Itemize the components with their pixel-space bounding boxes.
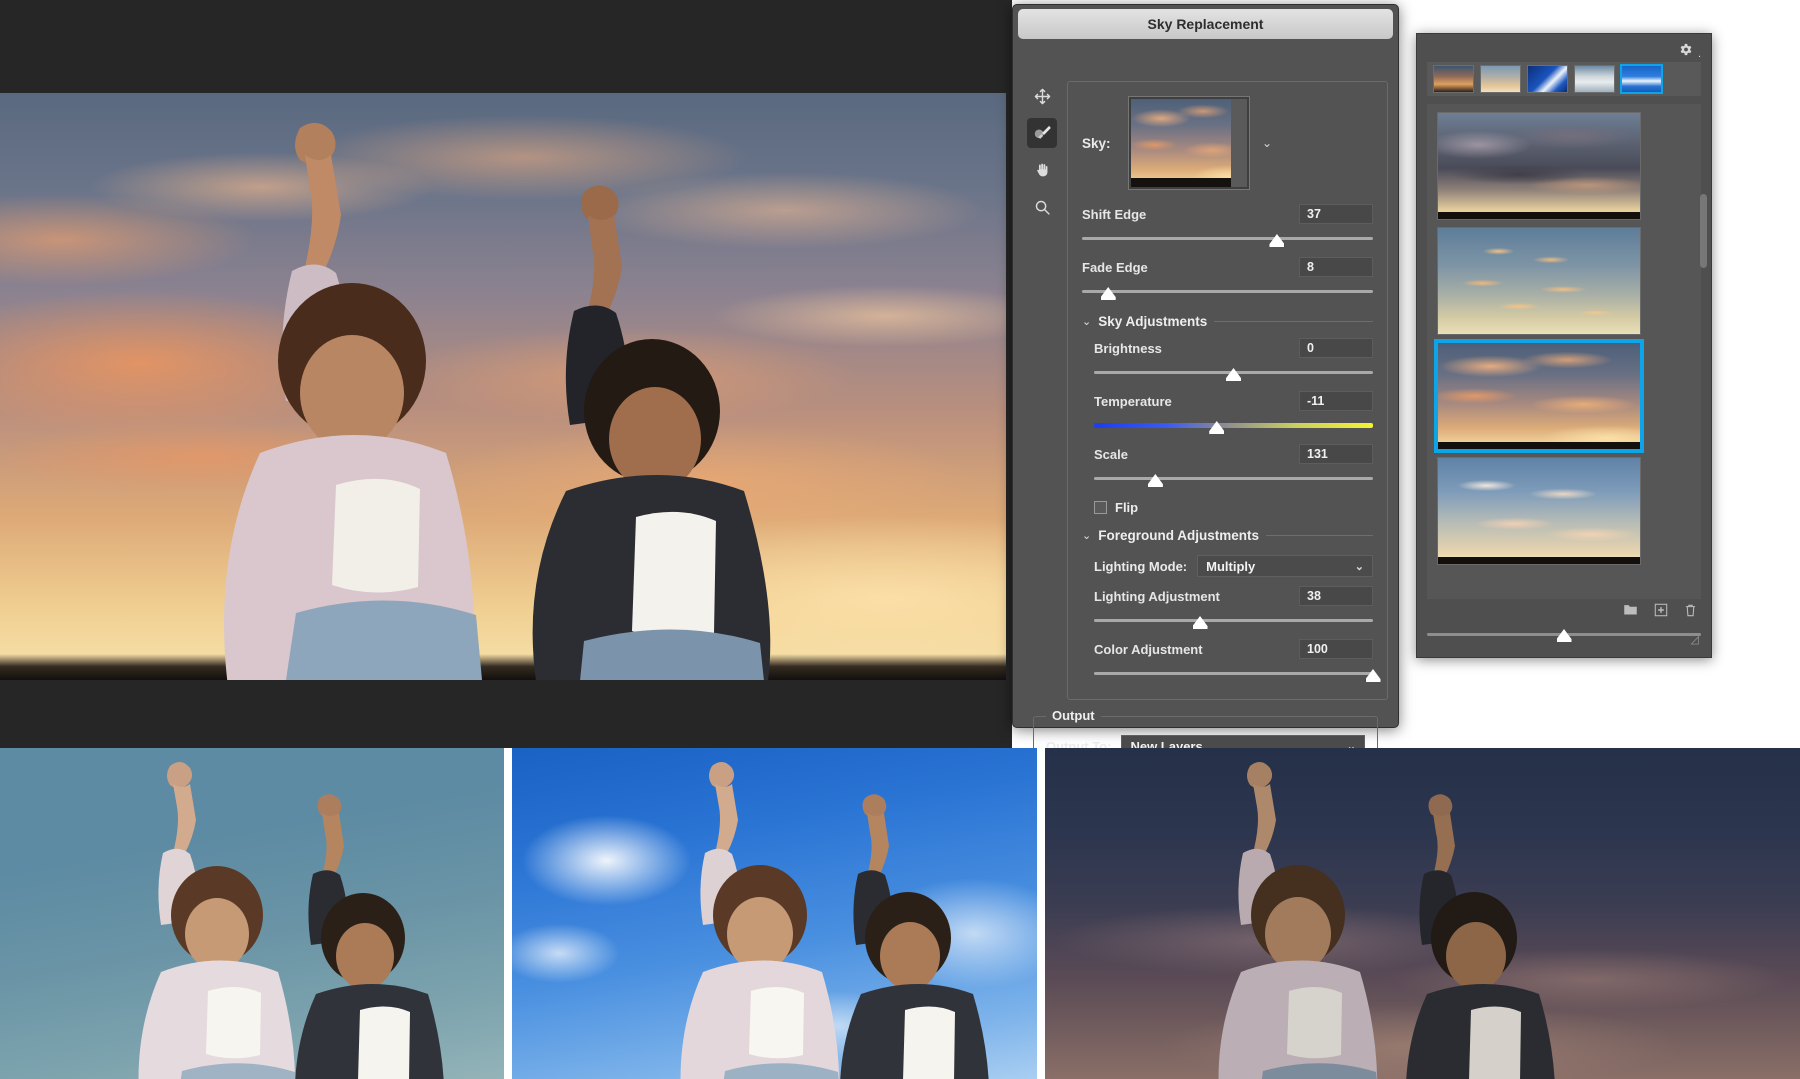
sky-preset-list[interactable]: [1427, 104, 1701, 599]
category-blue-sky[interactable]: [1621, 65, 1662, 93]
temperature-slider[interactable]: [1094, 418, 1373, 435]
sky-brush-tool[interactable]: [1027, 118, 1057, 148]
sky-preset-golden-sunset[interactable]: [1437, 342, 1641, 450]
dialog-main-panel: Sky: ⌄ Shift Edge 37: [1067, 81, 1388, 700]
zoom-tool[interactable]: [1027, 192, 1057, 222]
flip-checkbox[interactable]: [1094, 501, 1107, 514]
foreground-adjustments-header[interactable]: ⌄ Foreground Adjustments: [1082, 528, 1373, 543]
dialog-title: Sky Replacement: [1018, 9, 1393, 39]
new-folder-icon[interactable]: [1623, 603, 1638, 623]
sky-picker-row[interactable]: Sky: ⌄: [1082, 96, 1373, 190]
resize-grip-icon[interactable]: ◿: [1691, 633, 1699, 646]
dialog-body: Sky: ⌄ Shift Edge 37: [1013, 39, 1398, 811]
chevron-down-icon[interactable]: ⌄: [1262, 136, 1272, 150]
lighting-adjustment-slider[interactable]: [1094, 613, 1373, 630]
hand-tool[interactable]: [1027, 155, 1057, 185]
chevron-down-icon: ⌄: [1082, 529, 1091, 542]
category-dramatic-blue[interactable]: [1527, 65, 1568, 93]
sky-adjustments-header[interactable]: ⌄ Sky Adjustments: [1082, 314, 1373, 329]
result-subjects-2: [512, 748, 1037, 1079]
sky-label: Sky:: [1082, 136, 1116, 151]
shift-edge-slider[interactable]: [1082, 231, 1373, 248]
dialog-toolbar: [1027, 81, 1061, 229]
fade-edge-control: Fade Edge 8: [1082, 257, 1373, 301]
lighting-adjustment-control: Lighting Adjustment 38: [1094, 586, 1373, 630]
lighting-mode-row: Lighting Mode: Multiply ⌄: [1094, 555, 1373, 577]
color-adjustment-control: Color Adjustment 100: [1094, 639, 1373, 683]
temperature-label: Temperature: [1094, 394, 1172, 409]
lighting-adjustment-value[interactable]: 38: [1299, 586, 1373, 606]
chevron-down-icon: ⌄: [1082, 315, 1091, 328]
sky-preset-picker-panel: .: [1416, 33, 1712, 658]
add-preset-icon[interactable]: [1654, 603, 1668, 623]
document-canvas[interactable]: [0, 0, 1012, 748]
result-previews-strip: [0, 748, 1800, 1079]
flip-label: Flip: [1115, 500, 1138, 515]
result-subjects-3: [1045, 748, 1800, 1079]
fade-edge-slider[interactable]: [1082, 284, 1373, 301]
foreground-adjustments-group: Lighting Mode: Multiply ⌄ Lighting Adjus…: [1082, 555, 1373, 683]
picker-header: .: [1417, 34, 1711, 78]
category-sunset[interactable]: [1433, 65, 1474, 93]
fade-edge-value[interactable]: 8: [1299, 257, 1373, 277]
divider: [1214, 321, 1373, 322]
temperature-control: Temperature -11: [1094, 391, 1373, 435]
result-blue-sky: [512, 748, 1037, 1079]
color-adjustment-label: Color Adjustment: [1094, 642, 1203, 657]
result-dusk-sky: [1045, 748, 1800, 1079]
shift-edge-label: Shift Edge: [1082, 207, 1146, 222]
delete-preset-icon[interactable]: [1684, 603, 1697, 623]
result-subjects-1: [0, 748, 504, 1079]
brightness-control: Brightness 0: [1094, 338, 1373, 382]
app-root: Sky Replacement: [0, 0, 1800, 1079]
sky-preset-soft-clouds[interactable]: [1437, 457, 1641, 565]
result-teal-sky: [0, 748, 504, 1079]
sky-replacement-dialog: Sky Replacement: [1012, 4, 1399, 728]
color-adjustment-slider[interactable]: [1094, 666, 1373, 683]
sky-category-strip: [1427, 62, 1701, 96]
sky-preset-dark-clouds[interactable]: [1437, 112, 1641, 220]
shift-edge-control: Shift Edge 37: [1082, 204, 1373, 248]
move-tool[interactable]: [1027, 81, 1057, 111]
foreground-adjustments-title: Foreground Adjustments: [1098, 528, 1259, 543]
lighting-adjustment-label: Lighting Adjustment: [1094, 589, 1220, 604]
brightness-label: Brightness: [1094, 341, 1162, 356]
picker-zoom-slider[interactable]: [1427, 627, 1701, 643]
output-legend: Output: [1046, 708, 1101, 723]
chevron-down-icon: ⌄: [1355, 560, 1364, 573]
scale-label: Scale: [1094, 447, 1128, 462]
lighting-mode-select[interactable]: Multiply ⌄: [1197, 555, 1373, 577]
scale-value[interactable]: 131: [1299, 444, 1373, 464]
scale-slider[interactable]: [1094, 471, 1373, 488]
lighting-mode-value: Multiply: [1206, 559, 1255, 574]
picker-footer: ◿: [1427, 603, 1701, 647]
fade-edge-label: Fade Edge: [1082, 260, 1148, 275]
document-preview-image: [0, 93, 1006, 680]
gear-icon[interactable]: .: [1678, 42, 1701, 62]
scale-control: Scale 131: [1094, 444, 1373, 488]
flip-checkbox-row[interactable]: Flip: [1094, 500, 1373, 515]
lighting-mode-label: Lighting Mode:: [1094, 559, 1187, 574]
brightness-value[interactable]: 0: [1299, 338, 1373, 358]
category-pastel-sunset[interactable]: [1480, 65, 1521, 93]
subjects-artwork: [0, 93, 1006, 680]
sky-adjustments-group: Brightness 0 Temperature -11: [1082, 338, 1373, 515]
shift-edge-value[interactable]: 37: [1299, 204, 1373, 224]
brightness-slider[interactable]: [1094, 365, 1373, 382]
sky-adjustments-title: Sky Adjustments: [1098, 314, 1207, 329]
divider: [1266, 535, 1373, 536]
sky-preview-thumbnail[interactable]: [1128, 96, 1250, 190]
color-adjustment-value[interactable]: 100: [1299, 639, 1373, 659]
sky-preset-scattered-sunset[interactable]: [1437, 227, 1641, 335]
temperature-value[interactable]: -11: [1299, 391, 1373, 411]
picker-scrollbar[interactable]: [1700, 194, 1707, 268]
category-overcast[interactable]: [1574, 65, 1615, 93]
sky-dropdown-strip: [1231, 99, 1247, 187]
